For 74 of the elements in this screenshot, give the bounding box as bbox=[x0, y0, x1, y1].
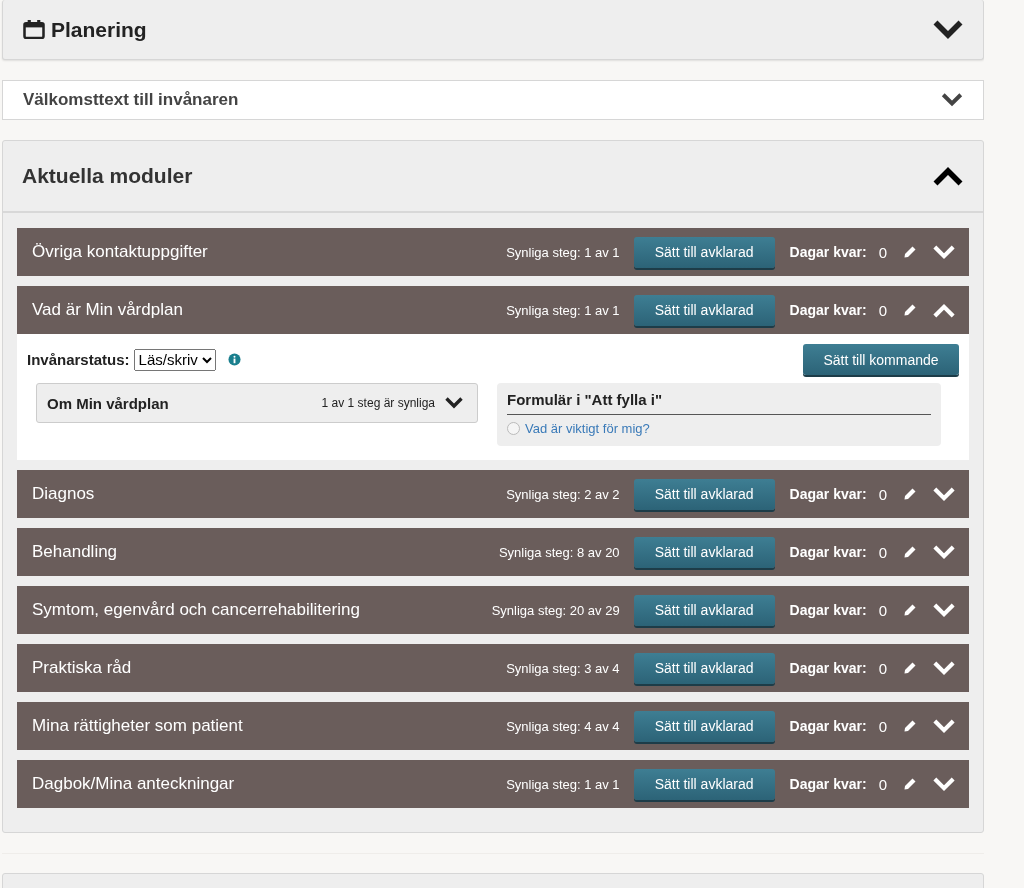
days-left-label: Dagar kvar: bbox=[789, 660, 867, 676]
module-title: Dagbok/Mina anteckningar bbox=[32, 774, 236, 794]
visible-steps-text: Synliga steg: 1 av 1 bbox=[506, 776, 620, 792]
mark-done-button[interactable]: Sätt till avklarad bbox=[633, 236, 775, 268]
pencil-icon[interactable] bbox=[903, 487, 917, 501]
panel-title: Planering bbox=[51, 17, 148, 42]
days-left-value: 0 bbox=[878, 543, 887, 561]
info-icon[interactable] bbox=[227, 353, 241, 366]
form-link[interactable]: Vad är viktigt för mig? bbox=[525, 421, 650, 436]
status-select[interactable]: Läs/skriv bbox=[133, 348, 216, 371]
form-title: Formulär i "Att fylla i" bbox=[507, 391, 931, 415]
chevron-down-icon[interactable] bbox=[941, 93, 963, 107]
mark-done-button[interactable]: Sätt till avklarad bbox=[633, 768, 775, 800]
chevron-down-icon[interactable] bbox=[445, 397, 463, 409]
module-title: Behandling bbox=[32, 542, 119, 562]
mark-done-button[interactable]: Sätt till avklarad bbox=[633, 294, 775, 326]
module-header[interactable]: Behandling Synliga steg: 8 av 20 Sätt till avklarad Dagar kvar: 0 bbox=[17, 528, 969, 576]
chevron-down-icon[interactable] bbox=[933, 19, 963, 40]
mark-done-button[interactable]: Sätt till avklarad bbox=[633, 652, 775, 684]
days-left-label: Dagar kvar: bbox=[789, 302, 867, 318]
module-header[interactable]: Diagnos Synliga steg: 2 av 2 Sätt till avklarad Dagar kvar: 0 bbox=[17, 470, 969, 518]
module-title: Praktiska råd bbox=[32, 658, 133, 678]
status-label: Invånarstatus: bbox=[27, 351, 130, 368]
visible-steps-text: Synliga steg: 1 av 1 bbox=[506, 244, 620, 260]
radio-button[interactable] bbox=[507, 422, 520, 435]
mark-done-button[interactable]: Sätt till avklarad bbox=[633, 710, 775, 742]
days-left-label: Dagar kvar: bbox=[789, 244, 867, 260]
pencil-icon[interactable] bbox=[903, 303, 917, 317]
panel-title: Aktuella moduler bbox=[22, 164, 194, 188]
pencil-icon[interactable] bbox=[903, 719, 917, 733]
module-header[interactable]: Övriga kontaktuppgifter Synliga steg: 1 av 1 Sätt till avklarad Dagar kvar: 0 bbox=[17, 228, 969, 276]
days-left-value: 0 bbox=[878, 717, 887, 735]
days-left-label: Dagar kvar: bbox=[789, 486, 867, 502]
visible-steps-text: Synliga steg: 4 av 4 bbox=[506, 718, 620, 734]
days-left-label: Dagar kvar: bbox=[789, 544, 867, 560]
visible-steps-text: Synliga steg: 20 av 29 bbox=[491, 602, 620, 618]
pencil-icon[interactable] bbox=[903, 245, 917, 259]
pencil-icon[interactable] bbox=[903, 661, 917, 675]
module-header[interactable]: Dagbok/Mina anteckningar Synliga steg: 1 av 1 Sätt till avklarad Dagar kvar: 0 bbox=[17, 760, 969, 808]
days-left-value: 0 bbox=[878, 301, 887, 319]
submodule-card[interactable]: Om Min vårdplan 1 av 1 steg är synliga bbox=[36, 383, 478, 423]
days-left-value: 0 bbox=[878, 243, 887, 261]
module-title: Övriga kontaktuppgifter bbox=[32, 242, 209, 262]
module-title: Vad är Min vårdplan bbox=[32, 300, 184, 320]
pencil-icon[interactable] bbox=[903, 777, 917, 791]
days-left-label: Dagar kvar: bbox=[789, 776, 867, 792]
set-upcoming-button[interactable]: Sätt till kommande bbox=[803, 344, 959, 375]
pencil-icon[interactable] bbox=[903, 545, 917, 559]
calendar-icon bbox=[23, 20, 45, 39]
mark-done-button[interactable]: Sätt till avklarad bbox=[633, 594, 775, 626]
submodule-steps-text: 1 av 1 steg är synliga bbox=[321, 396, 435, 410]
visible-steps-text: Synliga steg: 1 av 1 bbox=[506, 302, 620, 318]
module-title: Mina rättigheter som patient bbox=[32, 716, 244, 736]
pencil-icon[interactable] bbox=[903, 603, 917, 617]
days-left-value: 0 bbox=[878, 485, 887, 503]
visible-steps-text: Synliga steg: 2 av 2 bbox=[506, 486, 620, 502]
panel-title: Välkomsttext till invånaren bbox=[23, 90, 240, 110]
module-header[interactable]: Praktiska råd Synliga steg: 3 av 4 Sätt till avklarad Dagar kvar: 0 bbox=[17, 644, 969, 692]
mark-done-button[interactable]: Sätt till avklarad bbox=[633, 536, 775, 568]
days-left-value: 0 bbox=[878, 659, 887, 677]
days-left-label: Dagar kvar: bbox=[789, 602, 867, 618]
days-left-value: 0 bbox=[878, 601, 887, 619]
chevron-up-icon[interactable] bbox=[933, 166, 963, 186]
module-title: Symtom, egenvård och cancerrehabilitering bbox=[32, 600, 361, 620]
module-header[interactable]: Vad är Min vårdplan Synliga steg: 1 av 1 Sätt till avklarad Dagar kvar: 0 bbox=[17, 286, 969, 334]
visible-steps-text: Synliga steg: 3 av 4 bbox=[506, 660, 620, 676]
visible-steps-text: Synliga steg: 8 av 20 bbox=[498, 544, 620, 560]
module-header[interactable]: Mina rättigheter som patient Synliga steg: 4 av 4 Sätt till avklarad Dagar kvar: 0 bbox=[17, 702, 969, 750]
submodule-title: Om Min vårdplan bbox=[47, 394, 170, 412]
module-header[interactable]: Symtom, egenvård och cancerrehabilitering Synliga steg: 20 av 29 Sätt till avklarad Dagar kvar: 0 bbox=[17, 586, 969, 634]
days-left-value: 0 bbox=[878, 775, 887, 793]
mark-done-button[interactable]: Sätt till avklarad bbox=[633, 478, 775, 510]
module-title: Diagnos bbox=[32, 484, 96, 504]
days-left-label: Dagar kvar: bbox=[789, 718, 867, 734]
